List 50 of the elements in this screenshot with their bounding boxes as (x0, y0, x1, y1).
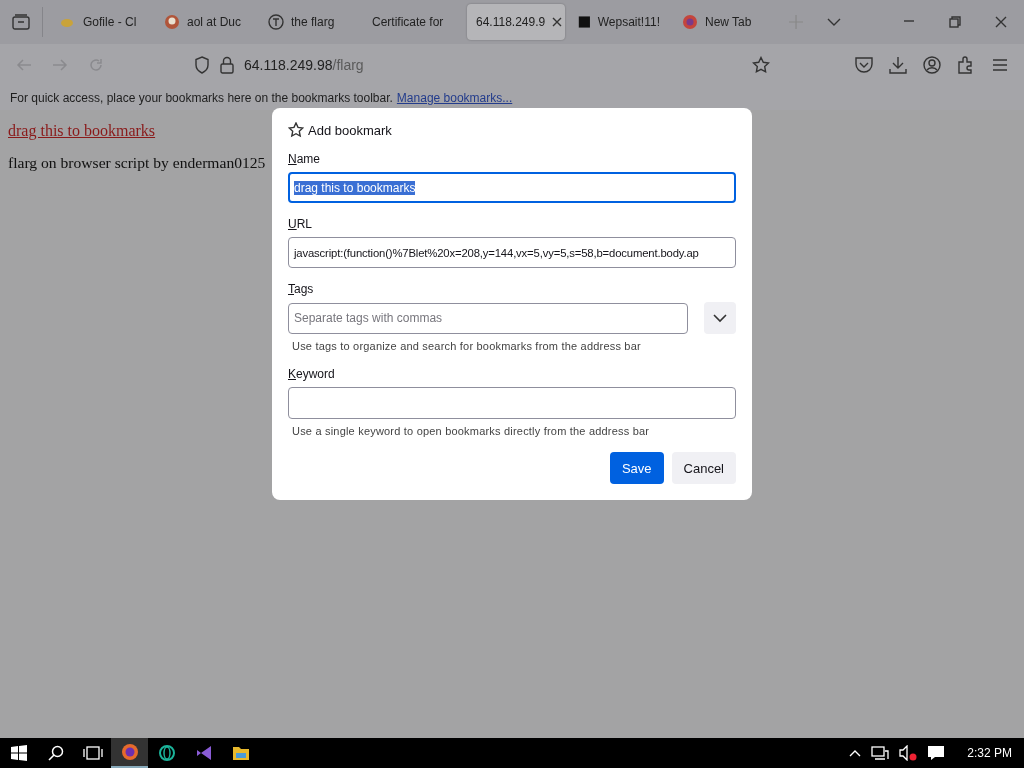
restore-icon[interactable] (948, 15, 962, 29)
field-label: URL (288, 217, 312, 231)
browser-tab[interactable]: Wepsait!11! (569, 4, 669, 40)
field-hint: Use a single keyword to open bookmarks directly from the address bar (292, 425, 650, 437)
browser-tab[interactable]: aol at Duc (155, 4, 255, 40)
close-icon[interactable] (552, 17, 563, 27)
t-circle-icon (268, 14, 284, 30)
tags-field[interactable]: Separate tags with commas (288, 302, 688, 334)
chevron-down-icon (713, 313, 727, 323)
browser-tab[interactable]: New Tab (673, 4, 773, 40)
text-field[interactable]: drag this to bookmarks (288, 172, 736, 203)
shield-icon (194, 56, 210, 74)
bookmarks-toolbar-message: For quick access, place your bookmarks here on the bookmarks toolbar. (10, 91, 393, 105)
chevron-up-icon[interactable] (849, 749, 862, 757)
page-text: flarg on browser script by enderman0125 (8, 154, 266, 172)
page-link[interactable]: drag this to bookmarks (8, 122, 156, 140)
task-view-icon[interactable] (82, 745, 103, 761)
taskbar-clock[interactable]: 2:32 PM (967, 746, 1012, 760)
text-field[interactable] (288, 387, 736, 419)
bookmark-star-icon[interactable] (752, 56, 770, 74)
dialog-title: Add bookmark (308, 122, 392, 138)
browser-tab[interactable]: Certificate for (363, 4, 463, 40)
download-icon[interactable] (888, 55, 908, 75)
star-icon (288, 122, 304, 138)
field-hint: Use tags to organize and search for bookmarks from the address bar (292, 340, 641, 352)
field-label: Keyword (288, 367, 335, 381)
network-icon[interactable] (871, 745, 890, 761)
search-icon[interactable] (47, 745, 64, 761)
windows-logo-icon[interactable] (10, 745, 27, 761)
chevron-down-icon[interactable] (827, 17, 841, 27)
close-icon[interactable] (994, 15, 1008, 29)
speaker-muted-icon[interactable] (899, 745, 918, 761)
field-label: Tags (288, 282, 314, 296)
dialog-button[interactable]: Save (609, 452, 664, 484)
account-icon[interactable] (922, 55, 942, 75)
browser-tab[interactable]: the flarg (259, 4, 359, 40)
tags-dropdown-button[interactable] (704, 302, 736, 334)
lock-icon (220, 56, 234, 74)
text-field[interactable]: javascript:(function()%7Blet%20x=208,y=144,vx=5,vy=5,s=58,b=document.body.ap (288, 237, 736, 268)
ring-icon (157, 744, 176, 762)
terminal-icon (578, 14, 591, 30)
tab-list-icon[interactable] (12, 14, 30, 30)
manage-bookmarks-link[interactable]: Manage bookmarks... (396, 91, 513, 105)
dialog-button[interactable]: Cancel (671, 452, 736, 484)
browser-tab[interactable]: Gofile - Cl (51, 4, 151, 40)
notification-icon[interactable] (927, 745, 946, 761)
field-label: Name (288, 152, 320, 166)
taskbar-app[interactable] (111, 738, 148, 768)
browser-tab[interactable]: 64.118.249.9 (467, 4, 565, 40)
pocket-icon[interactable] (854, 55, 874, 75)
